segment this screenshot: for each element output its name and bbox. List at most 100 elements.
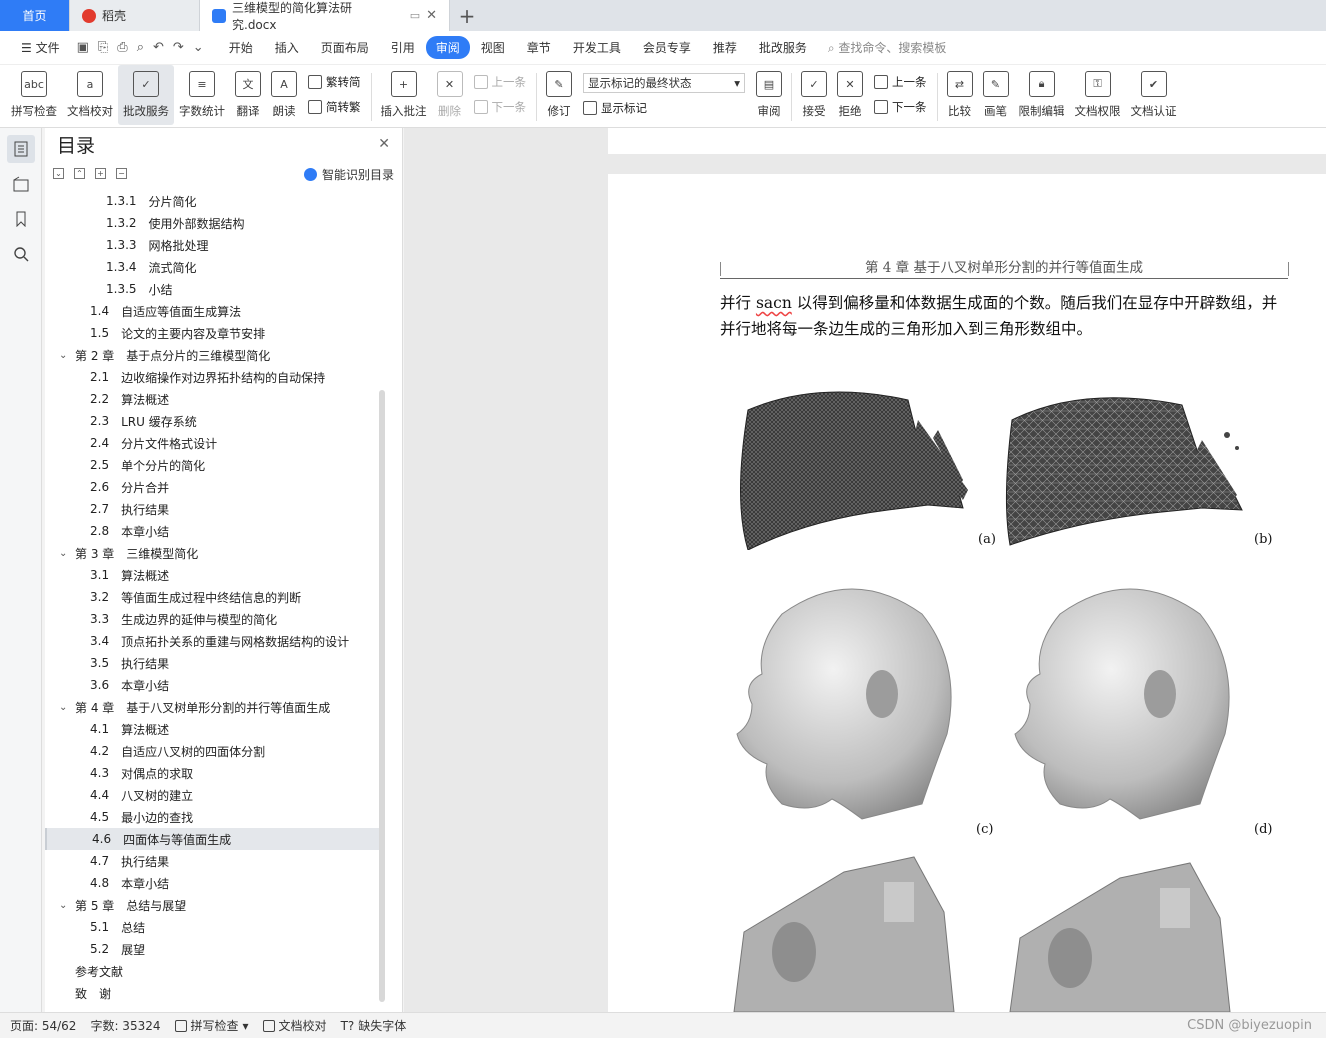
- prev-comment-button[interactable]: 上一条: [473, 74, 526, 90]
- toc-item[interactable]: 3.1 算法概述: [45, 564, 381, 586]
- toc-item[interactable]: 2.5 单个分片的简化: [45, 454, 381, 476]
- redo-icon[interactable]: ↷: [173, 40, 184, 55]
- word-count[interactable]: 字数: 35324: [90, 1017, 160, 1034]
- menu-review[interactable]: 审阅: [425, 36, 470, 59]
- doc-permission-button[interactable]: ⚿ 文档权限: [1070, 65, 1126, 125]
- toc-item[interactable]: ⌄ 第 2 章基于点分片的三维模型简化: [45, 344, 381, 366]
- save-icon[interactable]: ▣: [77, 40, 89, 55]
- toc-item[interactable]: 4.4 八叉树的建立: [45, 784, 381, 806]
- toc-item[interactable]: 3.5 执行结果: [45, 652, 381, 674]
- chevron-down-icon[interactable]: ⌄: [59, 702, 75, 713]
- file-menu[interactable]: ☰ 文件: [10, 39, 71, 56]
- smart-toc-button[interactable]: 智能识别目录: [303, 166, 394, 183]
- doc-certify-button[interactable]: ✔ 文档认证: [1126, 65, 1182, 125]
- translate-button[interactable]: 文翻译: [230, 65, 266, 125]
- menu-chapter[interactable]: 章节: [516, 39, 562, 56]
- next-comment-button[interactable]: 下一条: [473, 99, 526, 115]
- toc-item[interactable]: 3.2 等值面生成过程中终结信息的判断: [45, 586, 381, 608]
- toc-item[interactable]: 1.4 自适应等值面生成算法: [45, 300, 381, 322]
- chevron-down-icon[interactable]: ⌄: [59, 350, 75, 361]
- revise-button[interactable]: ✎ 修订: [541, 65, 577, 125]
- toc-item[interactable]: 4.6 四面体与等值面生成: [45, 828, 381, 850]
- compare-button[interactable]: ⇄ 比较: [942, 65, 978, 125]
- toc-scrollbar[interactable]: [379, 390, 385, 1002]
- toc-panel-icon[interactable]: [7, 135, 35, 163]
- chevron-down-icon[interactable]: ⌄: [59, 548, 75, 559]
- spellcheck-button[interactable]: abc 拼写检查: [6, 65, 62, 125]
- menu-layout[interactable]: 页面布局: [310, 39, 380, 56]
- toc-item[interactable]: 4.2 自适应八叉树的四面体分割: [45, 740, 381, 762]
- toc-item[interactable]: 1.3.5 小结: [45, 278, 381, 300]
- toc-item[interactable]: 4.7 执行结果: [45, 850, 381, 872]
- search-icon[interactable]: [7, 240, 35, 268]
- tab-document[interactable]: 三维模型的简化算法研究.docx ▭ ✕: [200, 0, 450, 32]
- print-icon[interactable]: ⎙: [117, 40, 127, 55]
- menu-references[interactable]: 引用: [380, 39, 426, 56]
- toc-item[interactable]: ⌄ 第 3 章三维模型简化: [45, 542, 381, 564]
- toc-item[interactable]: ⌄ 第 5 章总结与展望: [45, 894, 381, 916]
- toc-item[interactable]: 2.8 本章小结: [45, 520, 381, 542]
- toc-item[interactable]: 1.3.2 使用外部数据结构: [45, 212, 381, 234]
- close-tab-icon[interactable]: ✕: [426, 8, 437, 23]
- menu-insert[interactable]: 插入: [264, 39, 310, 56]
- status-proofread[interactable]: 文档校对: [262, 1017, 327, 1034]
- wordcount-button[interactable]: ≡ 字数统计: [174, 65, 230, 125]
- correction-button[interactable]: ✓ 批改服务: [118, 65, 174, 125]
- menu-devtools[interactable]: 开发工具: [562, 39, 632, 56]
- toc-item[interactable]: 3.3 生成边界的延伸与模型的简化: [45, 608, 381, 630]
- bookmark-icon[interactable]: [7, 205, 35, 233]
- more-icon[interactable]: ⌄: [193, 40, 204, 55]
- menu-recommend[interactable]: 推荐: [702, 39, 748, 56]
- toc-item[interactable]: 致 谢: [45, 982, 381, 1004]
- print-preview-icon[interactable]: ⌕: [137, 40, 144, 55]
- reject-button[interactable]: ✕ 拒绝: [832, 65, 868, 125]
- toc-item[interactable]: 4.3 对偶点的求取: [45, 762, 381, 784]
- undo-icon[interactable]: ↶: [153, 40, 164, 55]
- close-icon[interactable]: ✕: [378, 136, 390, 152]
- toc-item[interactable]: 4.8 本章小结: [45, 872, 381, 894]
- review-pane-button[interactable]: ▤ 审阅: [751, 65, 787, 125]
- pen-button[interactable]: ✎ 画笔: [978, 65, 1014, 125]
- tab-daoke[interactable]: 稻壳: [70, 0, 200, 31]
- show-markup-button[interactable]: 显示标记: [583, 100, 745, 116]
- missing-font[interactable]: T? 缺失字体: [341, 1017, 407, 1034]
- body-paragraph[interactable]: 并行 sacn 以得到偏移量和体数据生成面的个数。随后我们在显存中开辟数组，并并…: [720, 290, 1290, 342]
- toc-item[interactable]: 1.3.3 网格批处理: [45, 234, 381, 256]
- menu-correction[interactable]: 批改服务: [748, 39, 818, 56]
- next-revision-button[interactable]: 下一条: [874, 99, 927, 115]
- toc-item[interactable]: 2.2 算法概述: [45, 388, 381, 410]
- insert-comment-button[interactable]: + 插入批注: [376, 65, 432, 125]
- toc-item[interactable]: 2.3 LRU 缓存系统: [45, 410, 381, 432]
- status-spellcheck[interactable]: 拼写检查 ▾: [174, 1017, 249, 1034]
- menu-start[interactable]: 开始: [218, 39, 264, 56]
- simp-to-trad-button[interactable]: 简转繁: [308, 99, 361, 115]
- prev-revision-button[interactable]: 上一条: [874, 74, 927, 90]
- chevron-down-icon[interactable]: ⌄: [59, 900, 75, 911]
- toc-item[interactable]: 3.4 顶点拓扑关系的重建与网格数据结构的设计: [45, 630, 381, 652]
- toc-item[interactable]: 2.7 执行结果: [45, 498, 381, 520]
- toc-item[interactable]: 2.6 分片合并: [45, 476, 381, 498]
- pin-icon[interactable]: ▭: [410, 9, 420, 22]
- proofread-button[interactable]: a 文档校对: [62, 65, 118, 125]
- trad-to-simp-button[interactable]: 繁转简: [308, 74, 361, 90]
- remove-level-icon[interactable]: −: [116, 167, 127, 179]
- collapse-all-icon[interactable]: ⌄: [53, 167, 64, 179]
- toc-item[interactable]: 5.1 总结: [45, 916, 381, 938]
- accept-button[interactable]: ✓ 接受: [796, 65, 832, 125]
- toc-item[interactable]: 5.2 展望: [45, 938, 381, 960]
- delete-comment-button[interactable]: ✕ 删除: [432, 65, 468, 125]
- page-indicator[interactable]: 页面: 54/62: [10, 1017, 76, 1034]
- markup-state-select[interactable]: 显示标记的最终状态 ▾: [583, 72, 745, 93]
- misspelled-word[interactable]: sacn: [756, 294, 792, 312]
- new-tab-button[interactable]: +: [450, 0, 484, 31]
- tab-home[interactable]: 首页: [0, 0, 70, 31]
- export-pdf-icon[interactable]: ⎘: [98, 40, 108, 55]
- toc-item[interactable]: 4.1 算法概述: [45, 718, 381, 740]
- toc-item[interactable]: 参考文献: [45, 960, 381, 982]
- add-level-icon[interactable]: +: [95, 167, 106, 179]
- menu-view[interactable]: 视图: [470, 39, 516, 56]
- toc-item[interactable]: 2.1 边收缩操作对边界拓扑结构的自动保持: [45, 366, 381, 388]
- toc-item[interactable]: 4.5 最小边的查找: [45, 806, 381, 828]
- toc-item[interactable]: 1.3.1 分片简化: [45, 190, 381, 212]
- document-page[interactable]: 第 4 章 基于八叉树单形分割的并行等值面生成 并行 sacn 以得到偏移量和体…: [608, 174, 1326, 1012]
